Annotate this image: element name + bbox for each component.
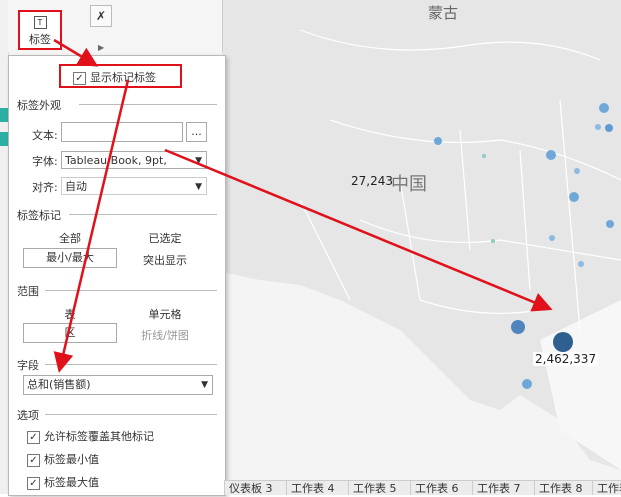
tab-sheet-6[interactable]: 工作表 6 (410, 481, 463, 495)
map-dot (549, 235, 555, 241)
map-dot (574, 168, 580, 174)
text-field-label: 文本: (32, 129, 58, 142)
align-value: 自动 (65, 180, 87, 193)
align-dropdown[interactable]: 自动 ▼ (61, 177, 207, 195)
tab-sheet-4[interactable]: 工作表 4 (286, 481, 339, 495)
divider (69, 214, 217, 215)
map-dot (606, 220, 614, 228)
map-dot (578, 261, 584, 267)
label-button-text: 标签 (29, 33, 51, 46)
section-appearance: 标签外观 (17, 99, 61, 112)
range-cell-option[interactable]: 单元格 (123, 306, 207, 322)
range-table-value[interactable]: 区 (23, 323, 117, 343)
clear-filter-icon[interactable]: ✗ (90, 5, 112, 27)
text-edit-button[interactable]: ... (186, 122, 207, 142)
map-dot (569, 192, 579, 202)
field-dropdown[interactable]: 总和(销售额) ▼ (23, 375, 213, 395)
section-range: 范围 (17, 285, 39, 298)
sheet-tabs-bar: 仪表板 3 工作表 4 工作表 5 工作表 6 工作表 7 工作表 8 工作表 (224, 480, 621, 495)
divider (79, 104, 217, 105)
checkbox-checked[interactable]: ✓ (27, 430, 40, 444)
map-dot (482, 154, 486, 158)
chevron-down-icon: ▼ (195, 156, 202, 166)
map-dot (522, 379, 532, 389)
text-icon: T (33, 16, 47, 29)
option-allow-overlap[interactable]: ✓ 允许标签覆盖其他标记 (27, 428, 154, 444)
marks-card: T 标签 ✗ ▶ (8, 0, 223, 52)
tab-sheet-7[interactable]: 工作表 7 (472, 481, 525, 495)
expand-arrow-icon[interactable]: ▶ (98, 43, 104, 52)
option-label-min-label: 标签最小值 (44, 453, 99, 466)
font-field-label: 字体: (32, 155, 58, 168)
map-dot (553, 332, 573, 352)
chevron-down-icon: ▼ (195, 182, 202, 192)
show-labels-checkbox-row[interactable]: ✓ 显示标记标签 (73, 69, 156, 85)
map-dot (595, 124, 601, 130)
tab-sheet-8[interactable]: 工作表 8 (534, 481, 587, 495)
map-dot (434, 137, 442, 145)
country-label-china: 中国 (391, 174, 427, 195)
map-value-label-guangdong: 2,462,337 (533, 352, 599, 366)
tab-sheet-more[interactable]: 工作表 (592, 481, 621, 495)
map-dot (491, 239, 495, 243)
label-settings-panel: ✓ 显示标记标签 标签外观 文本: ... 字体: Tableau Book, 9… (8, 55, 226, 496)
marks-minmax-option[interactable]: 最小/最大 (23, 248, 117, 268)
range-table-option[interactable]: 表 (23, 306, 117, 322)
map-dot (546, 150, 556, 160)
sidebar-tab[interactable] (0, 132, 8, 146)
marks-highlight-option[interactable]: 突出显示 (123, 252, 207, 268)
country-label-mongolia: 蒙古 (428, 4, 459, 22)
section-field: 字段 (17, 359, 39, 372)
map-dot (605, 124, 613, 132)
align-field-label: 对齐: (32, 181, 58, 194)
option-allow-overlap-label: 允许标签覆盖其他标记 (44, 430, 154, 443)
field-value: 总和(销售额) (27, 378, 91, 391)
checkbox-checked[interactable]: ✓ (27, 476, 40, 490)
marks-selected-option[interactable]: 已选定 (123, 230, 207, 246)
option-label-min[interactable]: ✓ 标签最小值 (27, 451, 99, 467)
marks-all-option[interactable]: 全部 (23, 230, 117, 246)
tab-sheet-5[interactable]: 工作表 5 (348, 481, 401, 495)
section-label-marks: 标签标记 (17, 209, 61, 222)
option-label-max[interactable]: ✓ 标签最大值 (27, 474, 99, 490)
map-dot (511, 320, 525, 334)
map-dot (599, 103, 609, 113)
checkbox-checked[interactable]: ✓ (27, 453, 40, 467)
font-value: Tableau Book, 9pt, (65, 154, 167, 167)
show-labels-label: 显示标记标签 (90, 71, 156, 84)
checkbox-checked[interactable]: ✓ (73, 71, 86, 85)
map-value-label-china: 27,243 (351, 174, 393, 188)
chevron-down-icon: ▼ (201, 380, 208, 390)
font-dropdown[interactable]: Tableau Book, 9pt, ▼ (61, 151, 207, 169)
divider (45, 290, 217, 291)
section-options: 选项 (17, 409, 39, 422)
divider (45, 414, 217, 415)
option-label-max-label: 标签最大值 (44, 476, 99, 489)
tab-dashboard-3[interactable]: 仪表板 3 (224, 481, 277, 495)
range-cell-value[interactable]: 折线/饼图 (123, 327, 207, 343)
sidebar-tab[interactable] (0, 108, 8, 122)
text-input[interactable] (61, 122, 183, 142)
divider (45, 364, 217, 365)
label-button[interactable]: T 标签 (18, 10, 62, 50)
